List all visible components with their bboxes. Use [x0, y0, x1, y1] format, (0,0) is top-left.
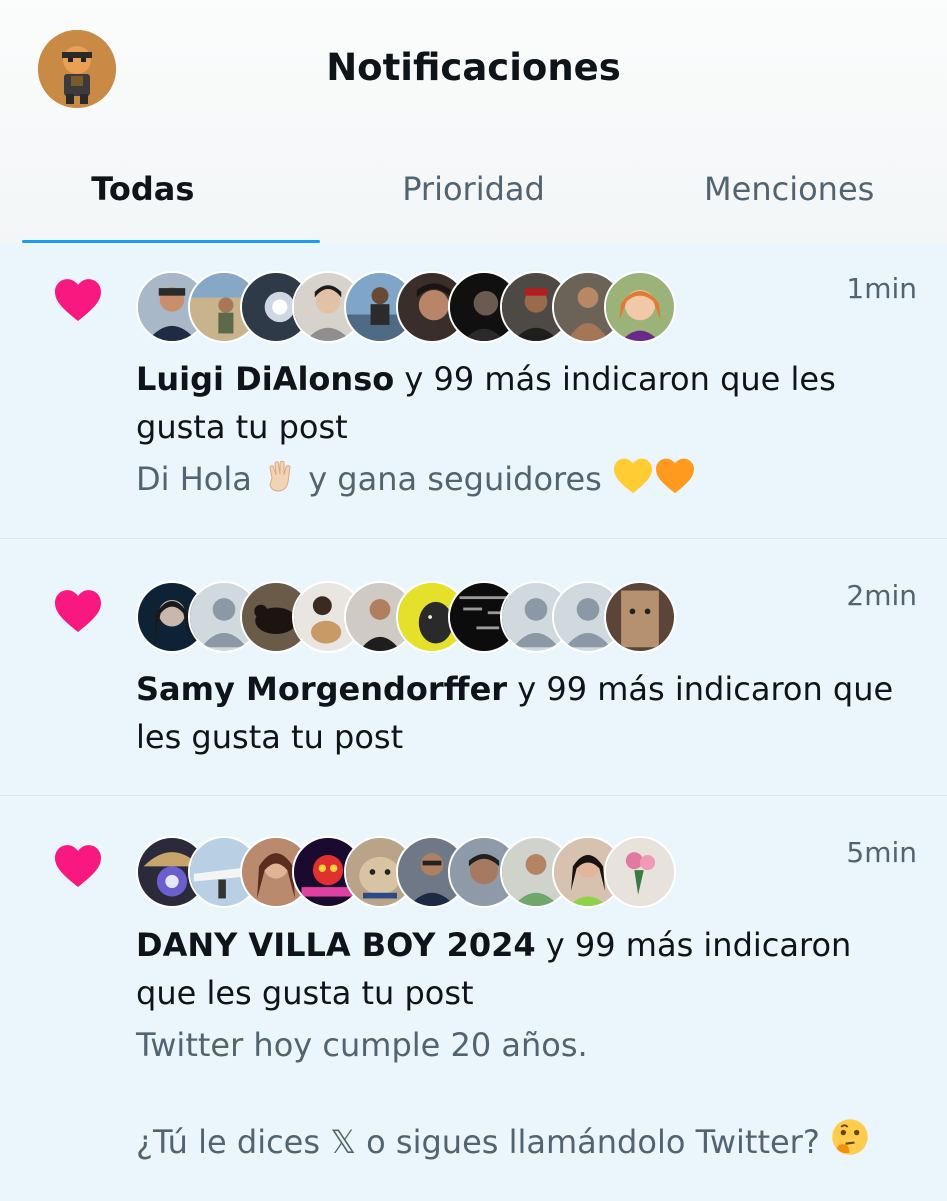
orange-heart-icon: [654, 456, 696, 507]
tab-menciones-label: Menciones: [704, 170, 875, 208]
notification-text: DANY VILLA BOY 2024 y 99 más indicaron q…: [136, 921, 896, 1017]
heart-icon: [55, 845, 101, 887]
tab-todas-label: Todas: [91, 170, 195, 208]
post-preview-text: Di Hola: [136, 460, 252, 498]
waving-hand-icon: [262, 458, 298, 507]
timestamp: 2min: [846, 579, 917, 612]
user-name[interactable]: DANY VILLA BOY 2024: [136, 926, 536, 964]
user-name[interactable]: Samy Morgendorffer: [136, 670, 507, 708]
post-preview-text-2: ¿Tú le dices 𝕏 o sigues llamándolo Twitt…: [136, 1123, 820, 1161]
post-preview: Twitter hoy cumple 20 años. ¿Tú le dices…: [136, 1021, 916, 1170]
notification-item[interactable]: 2min Samy Morgendorffer y 99 más indicar…: [0, 539, 947, 796]
user-name[interactable]: Luigi DiAlonso: [136, 360, 394, 398]
tab-prioridad[interactable]: Prioridad: [316, 170, 632, 243]
heart-icon: [55, 590, 101, 632]
liker-avatars: [136, 271, 676, 343]
notification-item[interactable]: 5min DANY VILLA BOY 2024 y 99 más indica…: [0, 796, 947, 1201]
tab-menciones[interactable]: Menciones: [631, 170, 947, 243]
liker-avatar[interactable]: [604, 271, 676, 343]
notification-text: Samy Morgendorffer y 99 más indicaron qu…: [136, 665, 896, 761]
page-title: Notificaciones: [326, 46, 621, 89]
liker-avatars: [136, 581, 676, 653]
post-preview: Di Hola y gana seguidores: [136, 455, 916, 507]
tab-prioridad-label: Prioridad: [402, 170, 545, 208]
timestamp: 5min: [846, 836, 917, 869]
liker-avatar[interactable]: [604, 836, 676, 908]
liker-avatars: [136, 836, 676, 908]
heart-icon: [55, 279, 101, 321]
tab-todas[interactable]: Todas: [0, 170, 316, 243]
tab-bar: Todas Prioridad Menciones: [0, 170, 947, 243]
yellow-heart-icon: [612, 456, 654, 507]
post-preview-text-2: y gana seguidores: [298, 460, 602, 498]
timestamp: 1min: [846, 272, 917, 305]
thinking-face-icon: [830, 1117, 870, 1170]
notification-item[interactable]: 1min Luigi DiAlonso y 99 más indicaron q…: [0, 243, 947, 539]
header: Notificaciones Todas Prioridad Menciones: [0, 0, 947, 243]
post-preview-text: Twitter hoy cumple 20 años.: [136, 1026, 588, 1064]
liker-avatar[interactable]: [604, 581, 676, 653]
post-preview-line-2: ¿Tú le dices 𝕏 o sigues llamándolo Twitt…: [136, 1117, 916, 1170]
notification-text: Luigi DiAlonso y 99 más indicaron que le…: [136, 355, 896, 451]
